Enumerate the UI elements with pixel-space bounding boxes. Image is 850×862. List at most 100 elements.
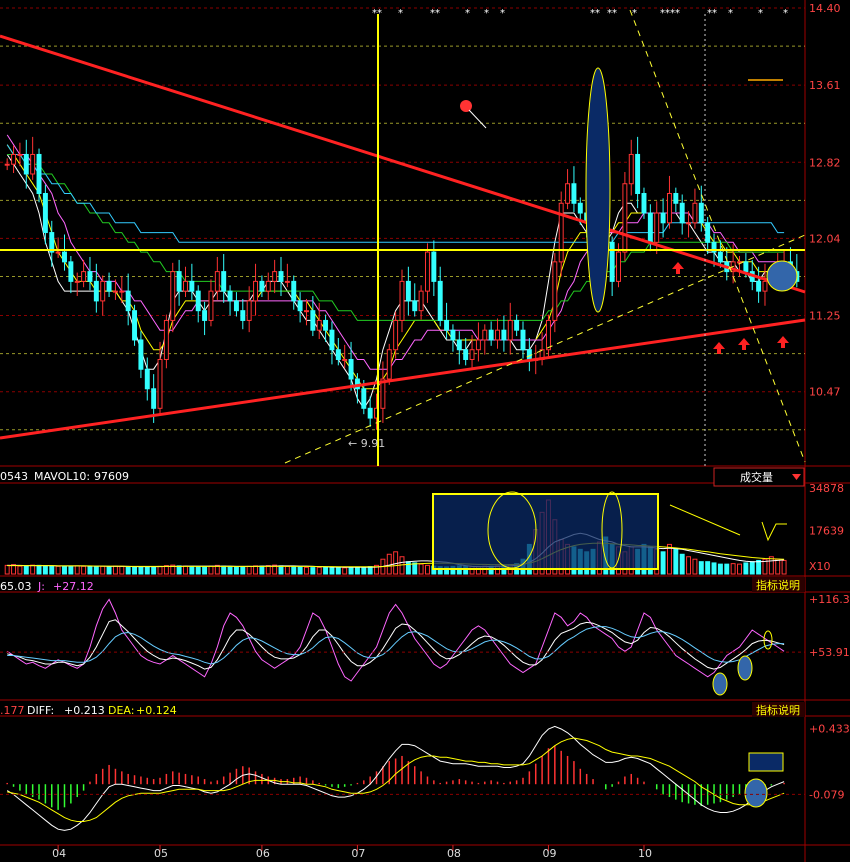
candle-body xyxy=(444,319,450,331)
volume-bar xyxy=(329,566,335,575)
candle-body xyxy=(762,280,768,292)
candle-body xyxy=(291,280,297,302)
candle-body xyxy=(475,339,481,351)
candle-body xyxy=(183,280,188,292)
candle-body xyxy=(666,193,672,224)
volume-bar xyxy=(36,564,42,575)
star-marker: * xyxy=(632,8,637,19)
candle-body xyxy=(482,329,488,341)
volume-dropdown-label[interactable]: 成交量 xyxy=(740,470,773,484)
candle-body xyxy=(4,163,10,166)
volume-bar xyxy=(106,566,112,575)
volume-bar xyxy=(259,565,265,575)
time-tick-label: 06 xyxy=(256,847,270,860)
volume-bar xyxy=(4,564,10,575)
candle-body xyxy=(125,290,131,312)
macd-header: .177 DIFF: +0.213 DEA: +0.124 xyxy=(0,704,177,717)
candle-body xyxy=(456,339,462,351)
stock-chart[interactable]: 14.4013.6112.8212.0411.2510.47 ** * ** * * * *… xyxy=(0,0,850,862)
candle-body xyxy=(233,300,239,312)
candle-body xyxy=(157,358,163,409)
candle-body xyxy=(74,280,80,283)
candle-body xyxy=(36,153,42,195)
candle-body xyxy=(163,319,169,360)
macd-header-value: .177 xyxy=(0,704,25,717)
candle-body xyxy=(641,193,647,214)
candle-body xyxy=(342,358,348,361)
star-marker: * xyxy=(465,8,470,19)
candle-body xyxy=(87,271,93,282)
candle-body xyxy=(577,202,583,214)
candle-body xyxy=(552,261,558,321)
candle-body xyxy=(100,280,106,302)
volume-dropdown[interactable]: 成交量 xyxy=(713,467,805,487)
time-tick-label: 04 xyxy=(52,847,66,860)
volume-bar xyxy=(724,563,730,575)
volume-bar xyxy=(132,566,138,575)
volume-bar xyxy=(157,565,163,575)
candle-body xyxy=(93,280,99,302)
volume-ma-value: 97609 xyxy=(94,470,129,483)
volume-bar xyxy=(781,559,787,575)
candle-body xyxy=(635,153,641,195)
candle-body xyxy=(405,280,411,302)
volume-bar xyxy=(284,565,290,575)
volume-bar xyxy=(342,567,348,575)
volume-bar xyxy=(354,566,360,575)
volume-bar xyxy=(775,558,781,575)
candle-body xyxy=(227,290,233,302)
candle-body xyxy=(545,319,551,351)
candle-body xyxy=(418,290,424,312)
candle-body xyxy=(119,290,125,293)
macd-help-button[interactable]: 指标说明 xyxy=(756,703,800,717)
volume-bar xyxy=(717,563,723,575)
chart-background xyxy=(0,0,850,862)
macd-tick-label: +0.433 xyxy=(809,723,850,736)
candle-body xyxy=(170,271,176,321)
volume-bar xyxy=(138,566,144,575)
candle-body xyxy=(743,261,749,273)
candle-body xyxy=(132,310,138,341)
candle-body xyxy=(11,153,17,165)
candle-body xyxy=(609,241,615,282)
volume-bar xyxy=(62,566,67,575)
volume-tick-label: 34878 xyxy=(809,482,844,495)
candle-body xyxy=(176,271,182,292)
volume-bar xyxy=(144,566,150,575)
candle-body xyxy=(514,319,520,331)
candle-body xyxy=(112,290,118,293)
candle-body xyxy=(259,280,265,292)
candle-body xyxy=(660,212,666,224)
kdj-help-button[interactable]: 指标说明 xyxy=(756,578,800,592)
candle-body xyxy=(450,329,456,341)
volume-bar xyxy=(23,565,29,575)
star-marker: ** xyxy=(607,8,617,19)
candle-body xyxy=(62,251,67,263)
candle-body xyxy=(673,193,679,204)
candle-body xyxy=(304,310,309,313)
candle-body xyxy=(335,349,341,360)
candle-body xyxy=(55,251,61,254)
volume-bar xyxy=(195,566,201,575)
price-tick-label: 12.04 xyxy=(809,232,841,245)
volume-ma-label: MAVOL10: xyxy=(34,470,90,483)
volume-bar xyxy=(386,553,392,575)
volume-bar xyxy=(112,565,118,575)
volume-header-value: 0543 xyxy=(0,470,28,483)
candle-body xyxy=(622,183,628,253)
candle-body xyxy=(42,193,48,234)
volume-bar xyxy=(405,561,411,575)
volume-tick-label: X10 xyxy=(809,560,831,573)
volume-bar xyxy=(291,566,297,575)
volume-header: 0543 MAVOL10: 97609 xyxy=(0,470,129,483)
candle-body xyxy=(679,202,685,224)
volume-bar xyxy=(316,566,322,575)
volume-bar xyxy=(348,567,354,575)
volume-bar xyxy=(119,565,125,575)
candle-body xyxy=(717,251,723,263)
volume-bar xyxy=(297,566,303,575)
volume-bar xyxy=(692,558,698,575)
candle-body xyxy=(686,222,692,225)
star-marker: ** xyxy=(372,8,382,19)
candle-body xyxy=(386,349,392,380)
